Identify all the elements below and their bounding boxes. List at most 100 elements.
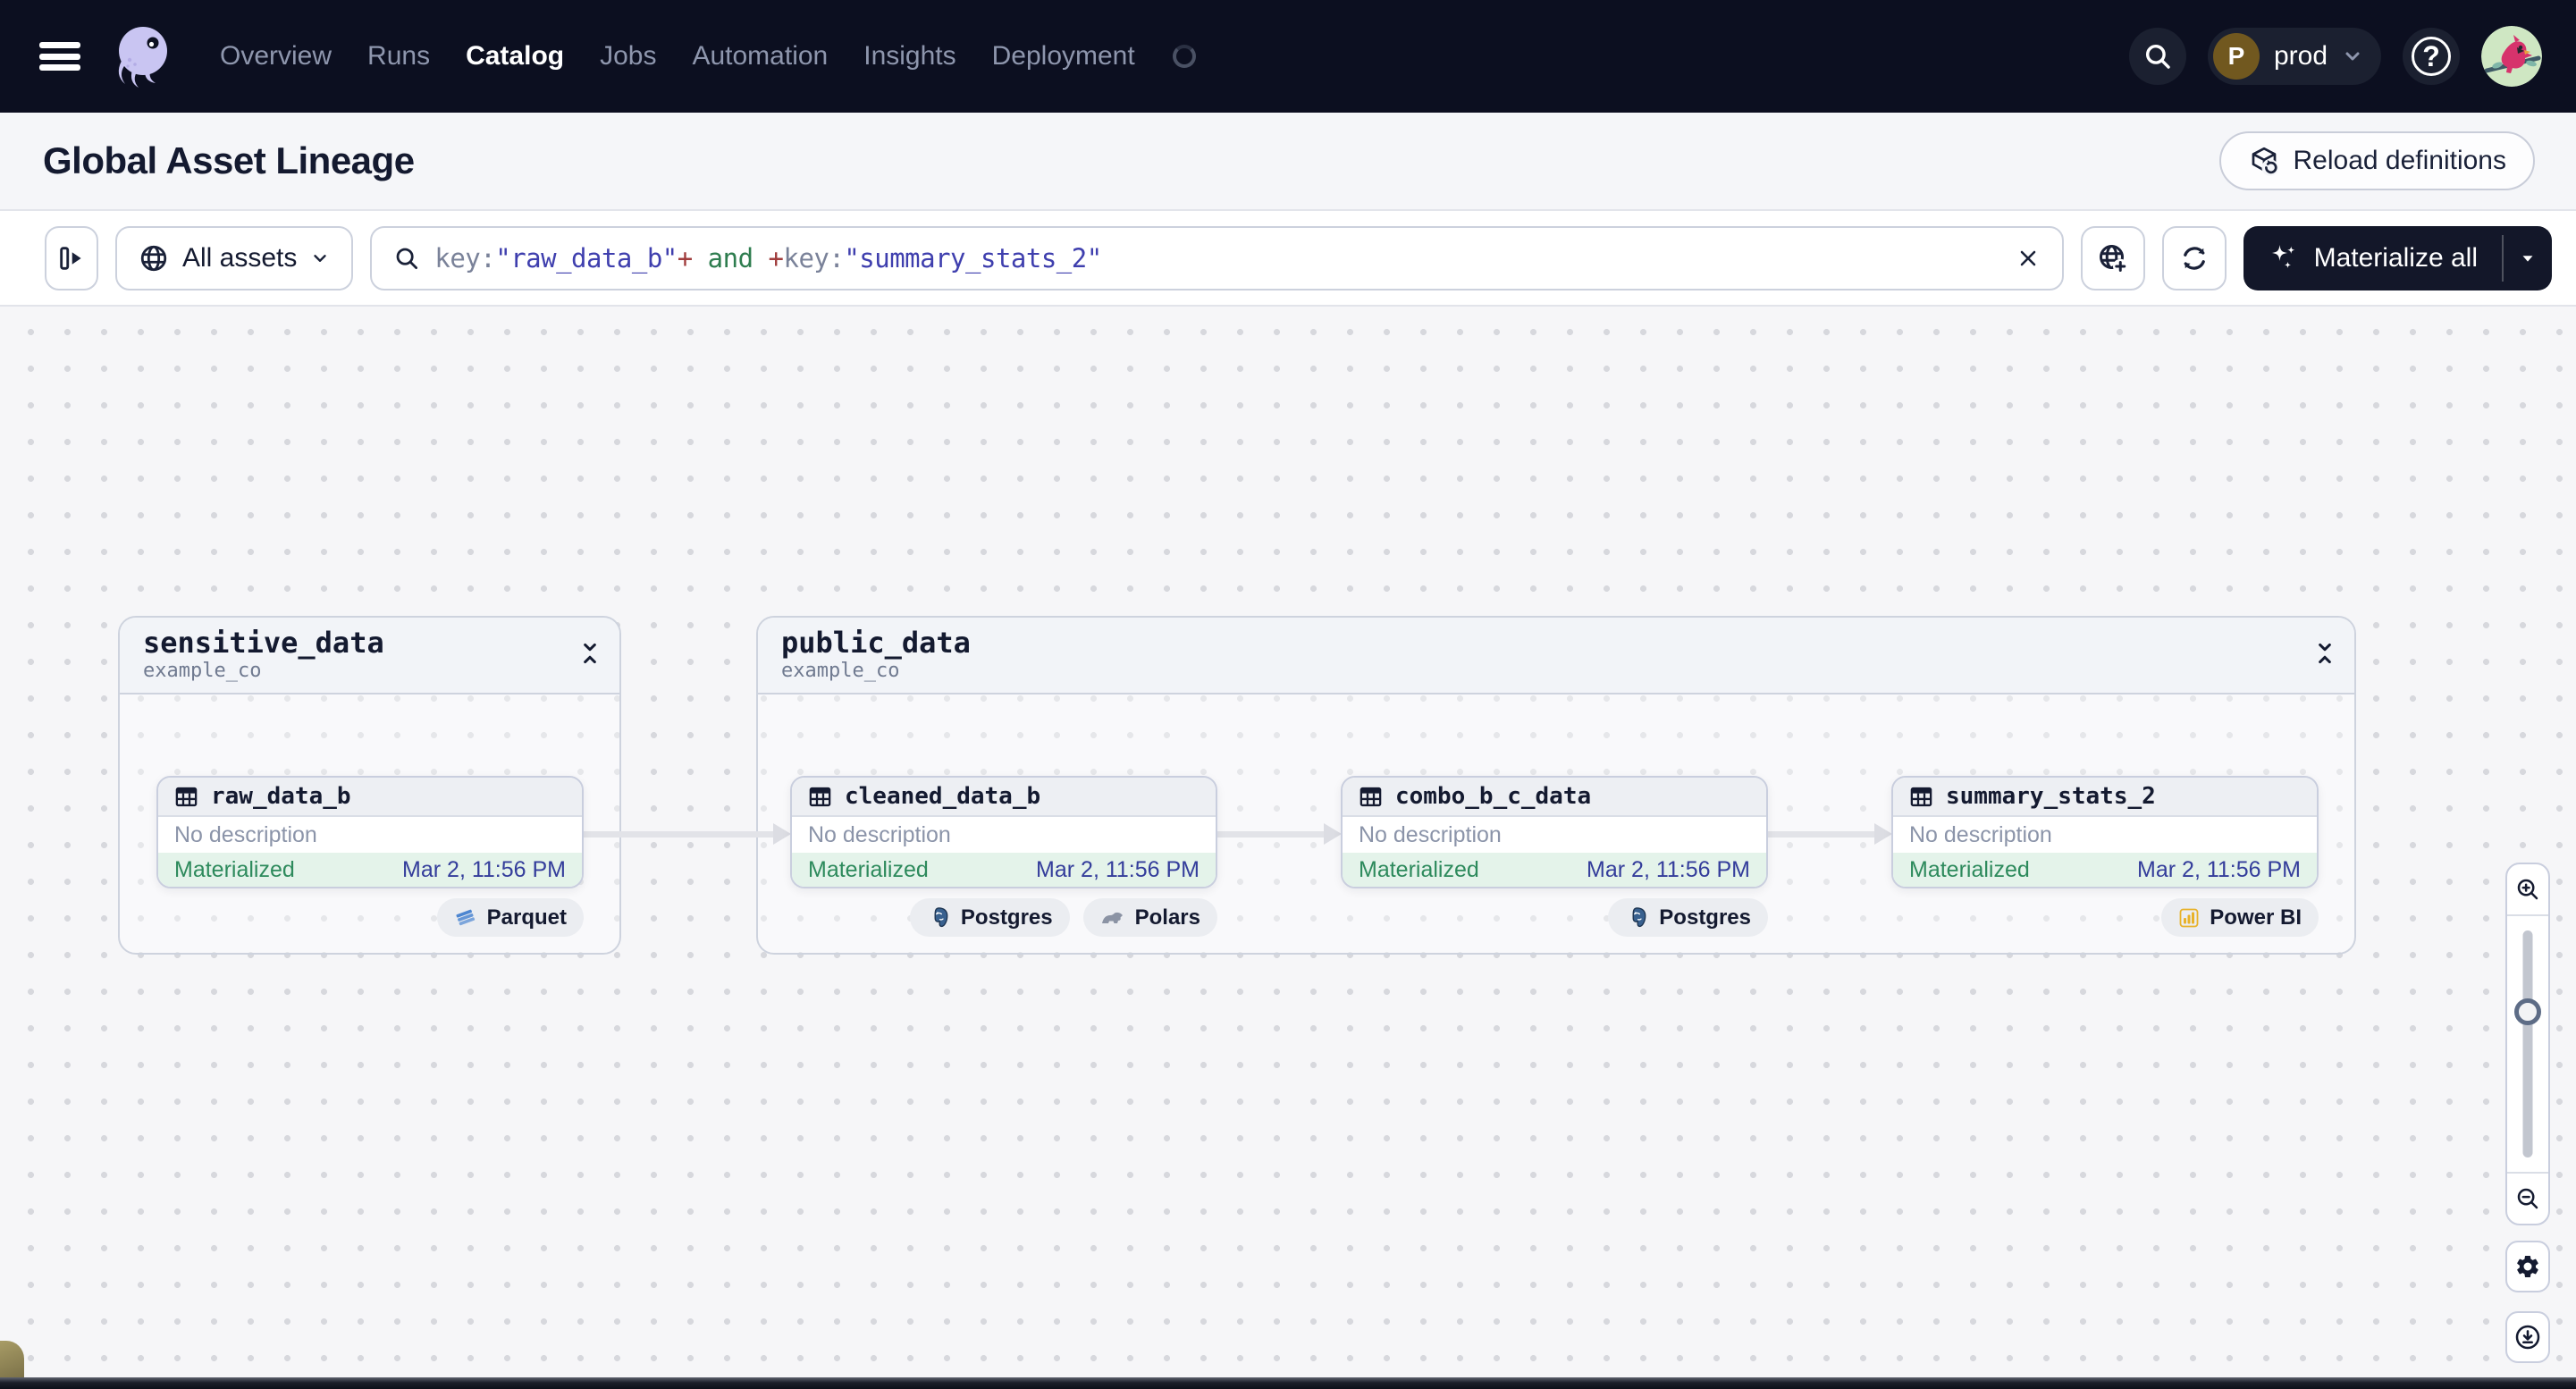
- download-icon: [2515, 1325, 2540, 1350]
- badge-powerbi[interactable]: Power BI: [2161, 898, 2319, 937]
- nav-item-runs[interactable]: Runs: [367, 41, 430, 72]
- edge-raw-to-cleaned: [584, 823, 791, 845]
- postgres-icon: [934, 907, 948, 928]
- badge-postgres[interactable]: Postgres: [1608, 898, 1768, 937]
- lineage-canvas[interactable]: sensitive_data example_co public_data ex…: [0, 307, 2576, 1389]
- group-name: public_data: [781, 626, 971, 660]
- search-icon: [397, 248, 418, 269]
- collapse-group-button[interactable]: [2315, 639, 2335, 668]
- asset-node-header: combo_b_c_data: [1343, 778, 1766, 817]
- badge-label: Postgres: [960, 905, 1053, 930]
- chevron-down-icon: [2345, 52, 2360, 61]
- materialize-options-button[interactable]: [2504, 226, 2552, 290]
- asset-scope-dropdown[interactable]: All assets: [115, 225, 354, 290]
- zoom-slider[interactable]: [2507, 914, 2548, 1174]
- sparkles-icon: [2271, 244, 2295, 268]
- asset-name: cleaned_data_b: [845, 783, 1041, 810]
- materialization-timestamp[interactable]: Mar 2, 11:56 PM: [2137, 857, 2301, 883]
- cardinal-avatar-image: [2481, 26, 2542, 87]
- materialize-all-label: Materialize all: [2313, 242, 2478, 273]
- search-query-text: key:"raw_data_b"+ and +key:"summary_stat…: [434, 242, 1102, 274]
- asset-node-raw-data-b[interactable]: raw_data_b No description Materialized M…: [156, 776, 584, 888]
- asset-node-header: summary_stats_2: [1893, 778, 2317, 817]
- status-badge: Materialized: [1909, 856, 2030, 882]
- asset-status-row: Materialized Mar 2, 11:56 PM: [158, 853, 582, 887]
- group-header[interactable]: public_data example_co: [758, 618, 2354, 694]
- reload-definitions-label: Reload definitions: [2293, 146, 2507, 175]
- badge-postgres[interactable]: Postgres: [909, 898, 1070, 937]
- nav-item-automation[interactable]: Automation: [692, 41, 828, 72]
- table-icon: [1360, 787, 1382, 806]
- asset-node-cleaned-data-b[interactable]: cleaned_data_b No description Materializ…: [790, 776, 1217, 888]
- download-image-button[interactable]: [2505, 1311, 2550, 1363]
- deployment-switcher[interactable]: P prod: [2207, 28, 2381, 85]
- nav-item-insights[interactable]: Insights: [863, 41, 955, 72]
- close-icon: [2020, 250, 2035, 265]
- caret-down-icon: [2522, 255, 2533, 262]
- table-icon: [175, 787, 198, 806]
- gear-icon: [2517, 1255, 2538, 1278]
- filter-to-graph-button[interactable]: [2080, 225, 2145, 290]
- top-navbar: Overview Runs Catalog Jobs Automation In…: [0, 0, 2576, 113]
- zoom-slider-thumb[interactable]: [2514, 998, 2541, 1025]
- collapse-group-button[interactable]: [580, 639, 600, 668]
- zoom-out-icon: [2517, 1188, 2538, 1209]
- asset-node-header: raw_data_b: [158, 778, 582, 817]
- badge-polars[interactable]: Polars: [1082, 898, 1217, 937]
- asset-description: No description: [1909, 821, 2052, 847]
- asset-node-summary-stats-2[interactable]: summary_stats_2 No description Materiali…: [1891, 776, 2319, 888]
- postgres-icon: [1632, 907, 1646, 928]
- open-left-panel-button[interactable]: [45, 225, 98, 290]
- panel-toggle-icon: [60, 246, 81, 270]
- chevron-down-icon: [314, 254, 327, 262]
- asset-scope-label: All assets: [182, 242, 298, 273]
- asset-status-row: Materialized Mar 2, 11:56 PM: [1343, 853, 1766, 887]
- nav-item-catalog[interactable]: Catalog: [466, 41, 564, 72]
- asset-badges-combo-b-c-data: Postgres: [1341, 898, 1768, 937]
- nav-item-jobs[interactable]: Jobs: [600, 41, 656, 72]
- zoom-slider-track[interactable]: [2522, 930, 2533, 1158]
- zoom-in-button[interactable]: [2507, 864, 2548, 914]
- user-avatar[interactable]: [2481, 26, 2542, 87]
- group-location: example_co: [781, 659, 900, 682]
- main-nav: Overview Runs Catalog Jobs Automation In…: [220, 41, 1196, 72]
- asset-badges-raw-data-b: Parquet: [156, 898, 584, 937]
- help-button[interactable]: ?: [2403, 28, 2460, 85]
- search-button[interactable]: [2128, 28, 2186, 85]
- materialize-all-button[interactable]: Materialize all: [2243, 226, 2502, 290]
- nav-item-deployment[interactable]: Deployment: [992, 41, 1135, 72]
- nav-item-overview[interactable]: Overview: [220, 41, 332, 72]
- refresh-button[interactable]: [2161, 225, 2227, 290]
- deployment-avatar: P: [2212, 33, 2260, 80]
- menu-icon[interactable]: [39, 38, 80, 74]
- asset-badges-cleaned-data-b: Postgres Polars: [790, 898, 1217, 937]
- status-badge: Materialized: [174, 856, 295, 882]
- loading-spinner-icon: [1172, 45, 1196, 68]
- dagster-logo[interactable]: [105, 20, 179, 93]
- refresh-icon: [2183, 246, 2205, 270]
- asset-description: No description: [174, 821, 317, 847]
- edge-cleaned-to-combo: [1217, 823, 1342, 845]
- powerbi-icon: [2179, 908, 2199, 927]
- materialization-timestamp[interactable]: Mar 2, 11:56 PM: [402, 857, 566, 883]
- badge-parquet[interactable]: Parquet: [436, 898, 584, 937]
- asset-node-combo-b-c-data[interactable]: combo_b_c_data No description Materializ…: [1341, 776, 1768, 888]
- zoom-out-button[interactable]: [2507, 1174, 2548, 1224]
- badge-label: Parquet: [486, 905, 567, 930]
- table-icon: [1910, 787, 1932, 806]
- page-title: Global Asset Lineage: [43, 139, 415, 181]
- asset-node-header: cleaned_data_b: [792, 778, 1216, 817]
- status-badge: Materialized: [1359, 856, 1479, 882]
- badge-label: Polars: [1134, 905, 1200, 930]
- group-header[interactable]: sensitive_data example_co: [120, 618, 619, 694]
- reload-definitions-button[interactable]: Reload definitions: [2218, 131, 2535, 190]
- clear-search-button[interactable]: [2016, 246, 2041, 271]
- globe-plus-icon: [2099, 244, 2128, 274]
- graph-settings-button[interactable]: [2505, 1241, 2550, 1292]
- group-name: sensitive_data: [143, 626, 384, 660]
- materialize-all-split-button: Materialize all: [2243, 225, 2552, 290]
- materialization-timestamp[interactable]: Mar 2, 11:56 PM: [1587, 857, 1750, 883]
- materialization-timestamp[interactable]: Mar 2, 11:56 PM: [1036, 857, 1200, 883]
- deployment-name: prod: [2273, 41, 2328, 71]
- asset-search-input[interactable]: key:"raw_data_b"+ and +key:"summary_stat…: [370, 225, 2064, 290]
